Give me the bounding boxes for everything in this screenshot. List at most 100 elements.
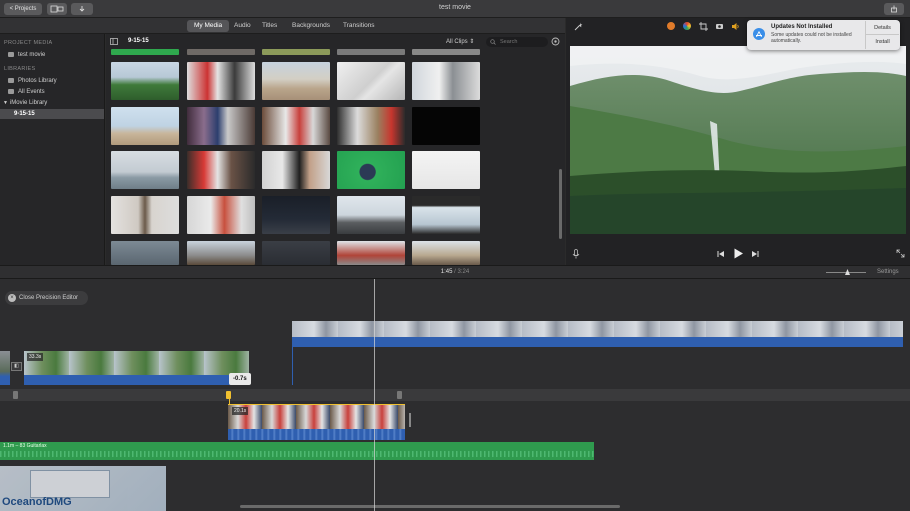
sidebar-item-all-events[interactable]: All Events [0,87,104,97]
clip-thumbnail[interactable] [262,241,330,265]
media-tab-bar: My Media Audio Titles Backgrounds Transi… [0,18,565,34]
clip-thumbnail[interactable] [412,107,480,145]
clip-thumbnail[interactable] [337,196,405,234]
clip-thumbnail[interactable] [337,107,405,145]
tab-transitions[interactable]: Transitions [336,20,382,32]
clip-thumbnail[interactable] [262,151,330,189]
clip-thumbnail[interactable] [337,62,405,100]
sidebar-item-label: Photos Library [18,78,57,84]
precision-track [0,389,910,401]
secondary-clip[interactable]: 20.1s [228,404,405,440]
clip-thumbnail[interactable] [337,151,405,189]
clip-thumbnail[interactable] [337,49,405,55]
sidebar-toggle-icon[interactable] [110,38,118,45]
magic-wand-icon[interactable] [574,22,583,31]
events-icon [8,88,14,94]
crop-icon[interactable] [699,22,708,31]
clip-thumbnail[interactable] [262,62,330,100]
microphone-icon[interactable] [572,249,580,259]
clip-thumbnail[interactable] [111,151,179,189]
stabilization-icon[interactable] [715,22,724,31]
sidebar-item-event-9-15-15[interactable]: 9-15-15 [0,109,104,119]
close-precision-editor-button[interactable]: × Close Precision Editor [5,291,88,305]
search-input[interactable]: Search [486,37,548,47]
volume-icon[interactable] [731,22,740,31]
clip-thumbnail[interactable] [187,196,255,234]
settings-button[interactable]: Settings [877,269,899,275]
transition-icon[interactable]: ◧ [11,362,22,371]
clip-end-handle[interactable] [409,413,411,427]
watermark-logo: OceanofDMG [0,466,166,511]
previous-clip[interactable] [0,351,10,385]
tab-my-media[interactable]: My Media [187,20,230,32]
share-icon [891,5,897,13]
share-button[interactable] [884,3,904,15]
notification-body: Some updates could not be installed auto… [771,32,852,44]
primary-clip[interactable]: 33.3s [24,351,249,385]
color-correction-icon[interactable] [683,22,691,30]
film-icon [8,51,14,57]
clip-thumbnail[interactable] [111,241,179,265]
clip-thumbnail[interactable] [337,241,405,265]
sidebar-item-label: test movie [18,52,46,58]
clip-thumbnail[interactable] [262,49,330,55]
upper-video-clip[interactable] [292,321,903,347]
trim-handle[interactable] [13,391,18,399]
clip-thumbnail[interactable] [111,107,179,145]
sidebar-item-label: iMovie Library [9,100,48,106]
clip-edge-line [292,347,293,385]
play-icon[interactable] [733,248,744,259]
clip-duration-badge: 20.1s [232,407,249,415]
clip-thumbnail[interactable] [187,241,255,265]
preview-frame [570,46,906,234]
clip-thumbnail[interactable] [412,151,480,189]
clip-duration-badge: 33.3s [27,353,44,361]
video-preview[interactable] [570,46,906,234]
title-bar: < Projects test movie [0,0,910,18]
clip-thumbnail[interactable] [262,196,330,234]
disclosure-triangle-icon[interactable]: ▼ [3,100,8,106]
sidebar-item-photos-library[interactable]: Photos Library [0,76,104,86]
trim-handle[interactable] [397,391,402,399]
close-icon: × [8,294,16,302]
clip-thumbnail[interactable] [111,196,179,234]
clip-thumbnail[interactable] [412,62,480,100]
clip-thumbnail[interactable] [187,62,255,100]
clip-thumbnail[interactable] [412,49,480,55]
skip-back-icon[interactable] [717,250,725,258]
fullscreen-icon[interactable] [896,249,905,258]
sidebar-item-label: All Events [18,89,45,95]
clip-thumbnail[interactable] [187,107,255,145]
details-button[interactable]: Details [865,21,899,35]
clips-filter-select[interactable]: All Clips ⇕ [446,38,474,45]
color-balance-icon[interactable] [667,22,675,30]
clip-thumbnail[interactable] [187,151,255,189]
clip-audio-waveform [292,337,903,347]
time-separator: / [454,269,456,275]
sidebar-item-test-movie[interactable]: test movie [0,50,104,60]
clip-thumbnail[interactable] [111,62,179,100]
window-title: test movie [439,4,471,11]
sidebar-item-imovie-library[interactable]: ▼ iMovie Library [0,98,104,108]
total-time: 3:24 [457,269,470,275]
chevron-updown-icon: ⇕ [469,39,475,45]
playhead[interactable] [374,279,375,511]
clip-thumbnail[interactable] [111,49,179,55]
gear-icon[interactable] [551,37,560,46]
update-notification: Updates Not Installed Some updates could… [747,20,900,50]
tab-titles[interactable]: Titles [255,20,284,32]
tab-audio[interactable]: Audio [227,20,258,32]
clip-thumbnail[interactable] [412,241,480,265]
timecode: 1:45 / 3:24 [0,269,910,275]
clip-audio-waveform [24,375,249,385]
skip-forward-icon[interactable] [751,250,759,258]
clip-thumbnail[interactable] [187,49,255,55]
timeline-scrollbar[interactable] [240,505,620,508]
background-music-clip[interactable]: 1.1m – 83 Guitarlax [0,442,594,460]
clip-filmstrip [292,321,903,337]
clip-thumbnail[interactable] [262,107,330,145]
install-button[interactable]: Install [865,35,899,49]
clip-thumbnail[interactable] [412,196,480,234]
tab-backgrounds[interactable]: Backgrounds [285,20,337,32]
browser-scrollbar[interactable] [559,169,562,239]
